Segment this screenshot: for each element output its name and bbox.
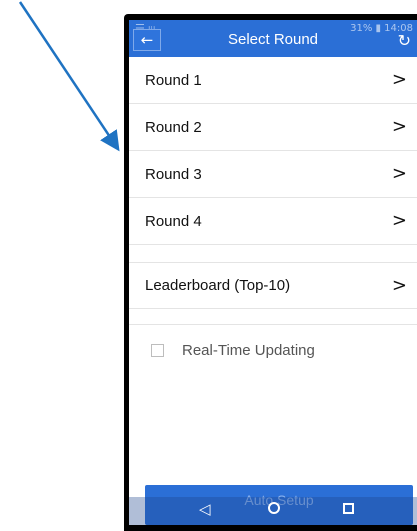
leaderboard-label: Leaderboard (Top-10) bbox=[145, 277, 291, 294]
leaderboard-item[interactable]: Leaderboard (Top-10) > bbox=[129, 263, 417, 309]
round-label: Round 2 bbox=[145, 118, 202, 136]
header-bar: ☰ ⍦ ← Select Round 31% ▮ 14:08 ↻ bbox=[129, 20, 417, 57]
nav-home-icon[interactable] bbox=[268, 502, 280, 514]
stage: ☰ ⍦ ← Select Round 31% ▮ 14:08 ↻ Round 1… bbox=[0, 0, 417, 531]
round-4-item[interactable]: Round 4 > bbox=[129, 198, 417, 245]
phone-frame: ☰ ⍦ ← Select Round 31% ▮ 14:08 ↻ Round 1… bbox=[124, 14, 417, 531]
realtime-toggle-row[interactable]: Real-Time Updating bbox=[129, 325, 417, 375]
chevron-right-icon: > bbox=[391, 275, 407, 296]
android-nav-bar: ◁ bbox=[129, 497, 417, 525]
round-label: Round 1 bbox=[145, 71, 202, 89]
chevron-right-icon: > bbox=[391, 210, 407, 231]
chevron-right-icon: > bbox=[391, 116, 407, 137]
nav-recents-icon[interactable] bbox=[343, 503, 354, 514]
refresh-icon: ↻ bbox=[397, 31, 411, 50]
round-2-item[interactable]: Round 2 > bbox=[129, 104, 417, 151]
app-screen: ☰ ⍦ ← Select Round 31% ▮ 14:08 ↻ Round 1… bbox=[129, 20, 417, 525]
round-label: Round 4 bbox=[145, 212, 202, 230]
round-3-item[interactable]: Round 3 > bbox=[129, 151, 417, 198]
round-label: Round 3 bbox=[145, 165, 202, 183]
divider bbox=[129, 245, 417, 263]
nav-back-icon[interactable]: ◁ bbox=[199, 500, 211, 518]
divider bbox=[129, 309, 417, 325]
round-1-item[interactable]: Round 1 > bbox=[129, 57, 417, 104]
realtime-checkbox[interactable] bbox=[151, 343, 164, 357]
chevron-right-icon: > bbox=[391, 163, 407, 184]
refresh-button[interactable]: ↻ bbox=[398, 31, 411, 50]
round-list: Round 1 > Round 2 > Round 3 > Round 4 > bbox=[129, 57, 417, 375]
realtime-label: Real-Time Updating bbox=[182, 341, 315, 359]
annotation-arrow-icon bbox=[18, 1, 120, 152]
chevron-right-icon: > bbox=[391, 69, 407, 90]
